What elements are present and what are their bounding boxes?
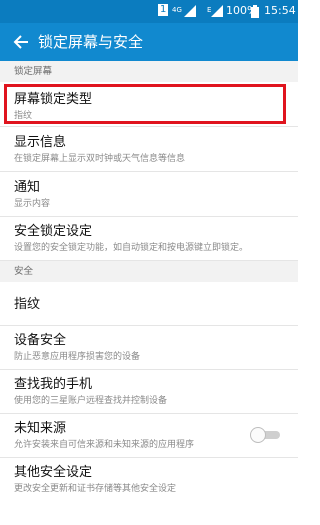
item-title: 未知来源 [14, 421, 67, 436]
page-title: 锁定屏幕与安全 [38, 33, 144, 51]
other-security-settings-item[interactable]: 其他安全设定 更改安全更新和证书存储等其他安全设定 [0, 458, 298, 502]
item-subtitle: 使用您的三星账户远程查找并控制设备 [14, 396, 168, 406]
item-title: 查找我的手机 [14, 377, 93, 392]
section-header-security: 安全 [0, 261, 298, 282]
notifications-item[interactable]: 通知 显示内容 [0, 172, 298, 217]
item-subtitle: 允许安装来自可信来源和未知来源的应用程序 [14, 440, 195, 450]
item-subtitle: 设置您的安全锁定功能，如自动锁定和按电源键立即锁定。 [14, 243, 249, 253]
item-title: 通知 [14, 180, 41, 195]
app-bar: 锁定屏幕与安全 [0, 23, 298, 61]
item-subtitle: 显示内容 [14, 199, 51, 209]
sim-icon: 1 [158, 4, 169, 16]
back-arrow-icon[interactable] [12, 32, 30, 52]
find-my-mobile-item[interactable]: 查找我的手机 使用您的三星账户远程查找并控制设备 [0, 370, 298, 414]
fingerprint-item[interactable]: 指纹 [0, 282, 298, 326]
signal-icon [184, 5, 196, 17]
unknown-sources-toggle[interactable] [250, 427, 280, 443]
network-type-label: 4G [172, 6, 182, 14]
item-title: 指纹 [14, 297, 41, 312]
status-bar: 1 4G E 100% 15:54 [0, 0, 298, 23]
section-header-lock-screen: 锁定屏幕 [0, 61, 298, 82]
item-subtitle: 防止恶意应用程序损害您的设备 [14, 352, 141, 362]
item-subtitle: 在锁定屏幕上显示双时钟或天气信息等信息 [14, 154, 186, 164]
unknown-sources-item[interactable]: 未知来源 允许安装来自可信来源和未知来源的应用程序 [0, 414, 298, 458]
settings-list: 锁定屏幕 屏幕锁定类型 指纹 显示信息 在锁定屏幕上显示双时钟或天气信息等信息 … [0, 61, 298, 525]
item-title: 显示信息 [14, 135, 67, 150]
secure-lock-settings-item[interactable]: 安全锁定设定 设置您的安全锁定功能，如自动锁定和按电源键立即锁定。 [0, 217, 298, 261]
item-title: 设备安全 [14, 333, 67, 348]
show-info-item[interactable]: 显示信息 在锁定屏幕上显示双时钟或天气信息等信息 [0, 127, 298, 172]
device-security-item[interactable]: 设备安全 防止恶意应用程序损害您的设备 [0, 326, 298, 370]
item-title: 其他安全设定 [14, 465, 93, 480]
item-subtitle: 更改安全更新和证书存储等其他安全设定 [14, 484, 177, 494]
toggle-knob [250, 427, 266, 443]
clock: 15:54 [264, 4, 296, 17]
item-title: 安全锁定设定 [14, 224, 93, 239]
item-subtitle: 指纹 [14, 111, 33, 121]
screen-lock-type-item[interactable]: 屏幕锁定类型 指纹 [0, 82, 298, 127]
signal-2-icon [211, 5, 223, 17]
item-title: 屏幕锁定类型 [14, 92, 93, 107]
battery-icon [251, 5, 259, 18]
